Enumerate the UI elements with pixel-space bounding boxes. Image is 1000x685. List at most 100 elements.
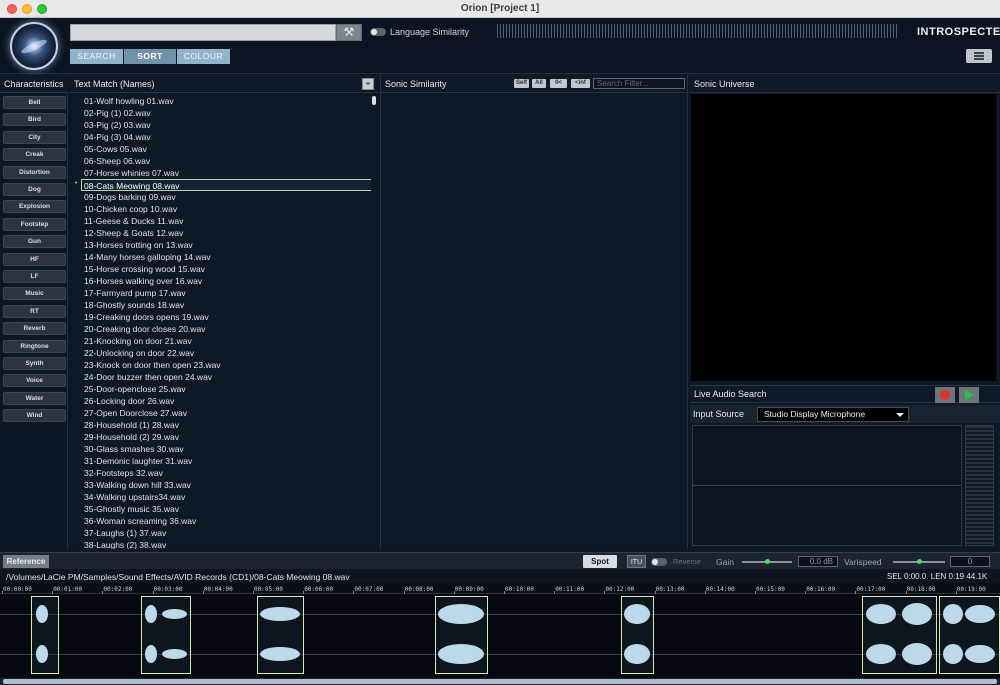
time-ruler[interactable]: 00:00:00 00:01:00 00:02:00 00:03:00 00:04:00… <box>0 583 1000 594</box>
characteristic-hf-button[interactable]: HF <box>3 252 66 266</box>
file-list-item[interactable]: 35-Ghostly music 35.wav <box>84 503 374 515</box>
all-filter-chip[interactable]: All <box>532 79 546 88</box>
file-list-item[interactable]: 23-Knock on door then open 23.wav <box>84 359 374 371</box>
characteristic-voice-button[interactable]: Voice <box>3 374 66 388</box>
search-input[interactable] <box>70 24 336 41</box>
text-match-scrollbar[interactable] <box>371 94 377 549</box>
gain-value[interactable]: 0.0 dB <box>798 556 838 567</box>
characteristic-reverb-button[interactable]: Reverb <box>3 322 66 336</box>
waveform-tracks[interactable] <box>0 595 1000 683</box>
file-list-item[interactable]: 01-Wolf howling 01.wav <box>84 95 374 107</box>
file-list-item[interactable]: 32-Footsteps 32.wav <box>84 467 374 479</box>
file-list-item[interactable]: 24-Door buzzer then open 24.wav <box>84 371 374 383</box>
itu-button[interactable]: ITU <box>627 555 646 568</box>
file-list-item[interactable]: 17-Farmyard pump 17.wav <box>84 287 374 299</box>
search-settings-icon[interactable]: ⌖ <box>362 78 374 90</box>
file-list-item[interactable]: 31-Demonic laughter 31.wav <box>84 455 374 467</box>
characteristic-music-button[interactable]: Music <box>3 287 66 301</box>
file-list-item[interactable]: 19-Creaking doors opens 19.wav <box>84 311 374 323</box>
time-tick-label: 00:18:00 <box>906 586 936 593</box>
file-list-item[interactable]: 20-Creaking door closes 20.wav <box>84 323 374 335</box>
time-tick-label: 00:16:00 <box>806 586 836 593</box>
characteristic-city-button[interactable]: City <box>3 130 66 144</box>
file-list-item[interactable]: 08-Cats Meowing 08.wav <box>81 179 375 191</box>
file-list-item[interactable]: 04-Pig (3) 04.wav <box>84 131 374 143</box>
characteristics-panel: Characteristics Bell Bird City Creak Distort… <box>0 75 68 549</box>
language-similarity-toggle[interactable] <box>370 28 386 36</box>
file-list-item[interactable]: 12-Sheep & Goats 12.wav <box>84 227 374 239</box>
self-filter-chip[interactable]: Self <box>514 79 529 88</box>
file-list-item[interactable]: 10-Chicken coop 10.wav <box>84 203 374 215</box>
time-tick-label: 00:11:00 <box>555 586 585 593</box>
file-list-item[interactable]: 21-Knocking on door 21.wav <box>84 335 374 347</box>
search-filter-input[interactable]: Search Filter... <box>593 78 685 89</box>
file-list-item[interactable]: 26-Locking door 26.wav <box>84 395 374 407</box>
file-list-item[interactable]: 33-Walking down hill 33.wav <box>84 479 374 491</box>
reference-button[interactable]: Reference <box>3 555 49 568</box>
time-tick-label: 00:12:00 <box>605 586 635 593</box>
gain-slider-knob[interactable] <box>765 559 770 564</box>
timeline-scrollbar[interactable] <box>0 678 1000 685</box>
characteristic-creak-button[interactable]: Creak <box>3 148 66 162</box>
file-list-item[interactable]: 06-Sheep 06.wav <box>84 155 374 167</box>
sonic-universe-canvas[interactable] <box>691 94 996 381</box>
file-list-item[interactable]: 16-Horses walking over 16.wav <box>84 275 374 287</box>
file-info-bar: /Volumes/LaCie PM/Samples/Sound Effects/… <box>0 570 1000 583</box>
waveform-shape <box>36 605 48 623</box>
file-list-item[interactable]: 29-Household (2) 29.wav <box>84 431 374 443</box>
characteristic-explosion-button[interactable]: Explosion <box>3 200 66 214</box>
file-list-item[interactable]: 22-Unlocking on door 22.wav <box>84 347 374 359</box>
timeline-scroll-thumb[interactable] <box>3 679 997 684</box>
characteristic-synth-button[interactable]: Synth <box>3 357 66 370</box>
varispeed-slider-knob[interactable] <box>917 559 922 564</box>
spot-button[interactable]: Spot <box>583 555 617 568</box>
waveform-timeline[interactable]: 00:00:00 00:01:00 00:02:00 00:03:00 00:04:00… <box>0 583 1000 685</box>
characteristic-distortion-button[interactable]: Distortion <box>3 165 66 179</box>
colour-mode-button[interactable]: COLOUR <box>177 49 230 64</box>
text-match-list[interactable]: 01-Wolf howling 01.wav 02-Pig (1) 02.wav 0… <box>70 94 378 549</box>
file-list-item[interactable]: 11-Geese & Ducks 11.wav <box>84 215 374 227</box>
file-list-item[interactable]: 34-Walking upstairs34.wav <box>84 491 374 503</box>
file-list-item[interactable]: 05-Cows 05.wav <box>84 143 374 155</box>
file-list-item[interactable]: 38-Laughs (2) 38.wav <box>84 539 374 549</box>
characteristic-lf-button[interactable]: LF <box>3 270 66 283</box>
characteristic-gun-button[interactable]: Gun <box>3 235 66 249</box>
file-list-item[interactable]: 03-Pig (2) 03.wav <box>84 119 374 131</box>
record-button[interactable] <box>935 387 955 403</box>
file-list-item[interactable]: 27-Open Doorclose 27.wav <box>84 407 374 419</box>
file-list-item[interactable]: 15-Horse crossing wood 15.wav <box>84 263 374 275</box>
characteristic-dog-button[interactable]: Dog <box>3 183 66 196</box>
search-mode-button[interactable]: SEARCH <box>70 49 123 64</box>
menu-button[interactable] <box>966 49 992 63</box>
reverse-toggle[interactable] <box>651 558 667 566</box>
file-list-item[interactable]: 09-Dogs barking 09.wav <box>84 191 374 203</box>
file-list-item[interactable]: 36-Woman screaming 36.wav <box>84 515 374 527</box>
waveform-shape <box>624 604 650 624</box>
file-list-item[interactable]: 30-Glass smashes 30.wav <box>84 443 374 455</box>
file-list-item[interactable]: 28-Household (1) 28.wav <box>84 419 374 431</box>
file-list-item[interactable]: 18-Ghostly sounds 18.wav <box>84 299 374 311</box>
record-icon <box>940 390 950 400</box>
text-match-scroll-thumb[interactable] <box>372 96 376 105</box>
file-list-item[interactable]: 13-Horses trotting on 13.wav <box>84 239 374 251</box>
input-source-select[interactable]: Studio Display Microphone <box>757 407 909 422</box>
characteristic-water-button[interactable]: Water <box>3 391 66 405</box>
characteristic-ringtone-button[interactable]: Ringtone <box>3 339 66 353</box>
characteristic-wind-button[interactable]: Wind <box>3 409 66 423</box>
file-list-item[interactable]: 25-Door-openclose 25.wav <box>84 383 374 395</box>
varispeed-value[interactable]: 0 <box>950 556 990 567</box>
characteristic-bell-button[interactable]: Bell <box>3 96 66 109</box>
file-list-item[interactable]: 07-Horse whinies 07.wav <box>84 167 374 179</box>
sort-mode-button[interactable]: SORT <box>124 49 176 64</box>
inf-max-chip[interactable]: <inf <box>571 79 590 88</box>
zero-min-chip[interactable]: 0< <box>550 79 567 88</box>
file-list-item[interactable]: 14-Many horses galloping 14.wav <box>84 251 374 263</box>
telescope-search-icon[interactable]: ⚒ <box>336 24 362 41</box>
time-tick-mark <box>704 591 706 594</box>
characteristic-footstep-button[interactable]: Footstep <box>3 217 66 231</box>
characteristic-rt-button[interactable]: RT <box>3 304 66 318</box>
file-list-item[interactable]: 02-Pig (1) 02.wav <box>84 107 374 119</box>
play-button[interactable] <box>959 387 979 403</box>
characteristic-bird-button[interactable]: Bird <box>3 113 66 127</box>
file-list-item[interactable]: 37-Laughs (1) 37.wav <box>84 527 374 539</box>
